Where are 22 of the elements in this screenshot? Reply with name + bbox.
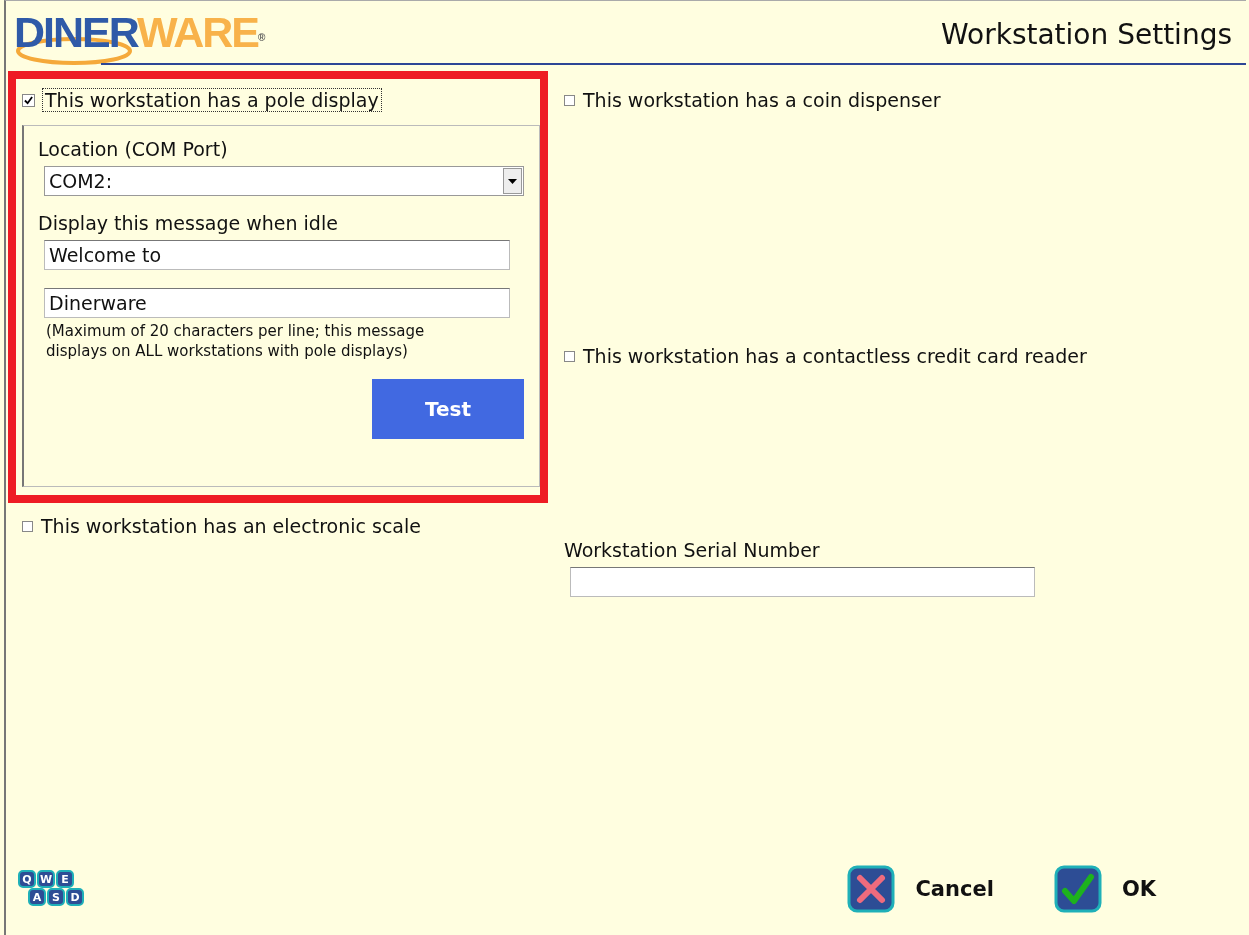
message-line-field[interactable]: Dinerware [44, 288, 510, 318]
checkbox[interactable] [22, 93, 35, 107]
close-icon [847, 865, 896, 913]
checkbox[interactable] [564, 94, 575, 106]
hint-text: (Maximum of 20 characters per line; this message displays on ALL workstations with pole displays) [46, 321, 426, 361]
cancel-button[interactable]: Cancel [847, 865, 994, 913]
checkbox[interactable] [22, 520, 33, 532]
ok-button[interactable]: OK [1053, 865, 1156, 913]
message-line-field[interactable]: Welcome to [44, 240, 510, 270]
checkbox-label[interactable]: This workstation has a contactless credit card reader [583, 345, 1087, 367]
field-label: Display this message when idle [38, 212, 339, 234]
checkbox-label[interactable]: This workstation has an electronic scale [41, 515, 421, 537]
checkbox-label[interactable]: This workstation has a coin dispenser [583, 89, 941, 111]
checkbox[interactable] [564, 350, 575, 362]
window-title: Workstation Settings [941, 18, 1232, 51]
serial-number-field[interactable] [570, 567, 1035, 597]
field-label: Location (COM Port) [38, 138, 229, 160]
checkmark-icon [1053, 865, 1102, 913]
field-label: Workstation Serial Number [564, 539, 821, 561]
checkbox-label[interactable]: This workstation has a pole display [43, 89, 381, 111]
com-port-dropdown[interactable]: COM2: [44, 166, 524, 196]
test-button[interactable]: Test [372, 379, 524, 439]
